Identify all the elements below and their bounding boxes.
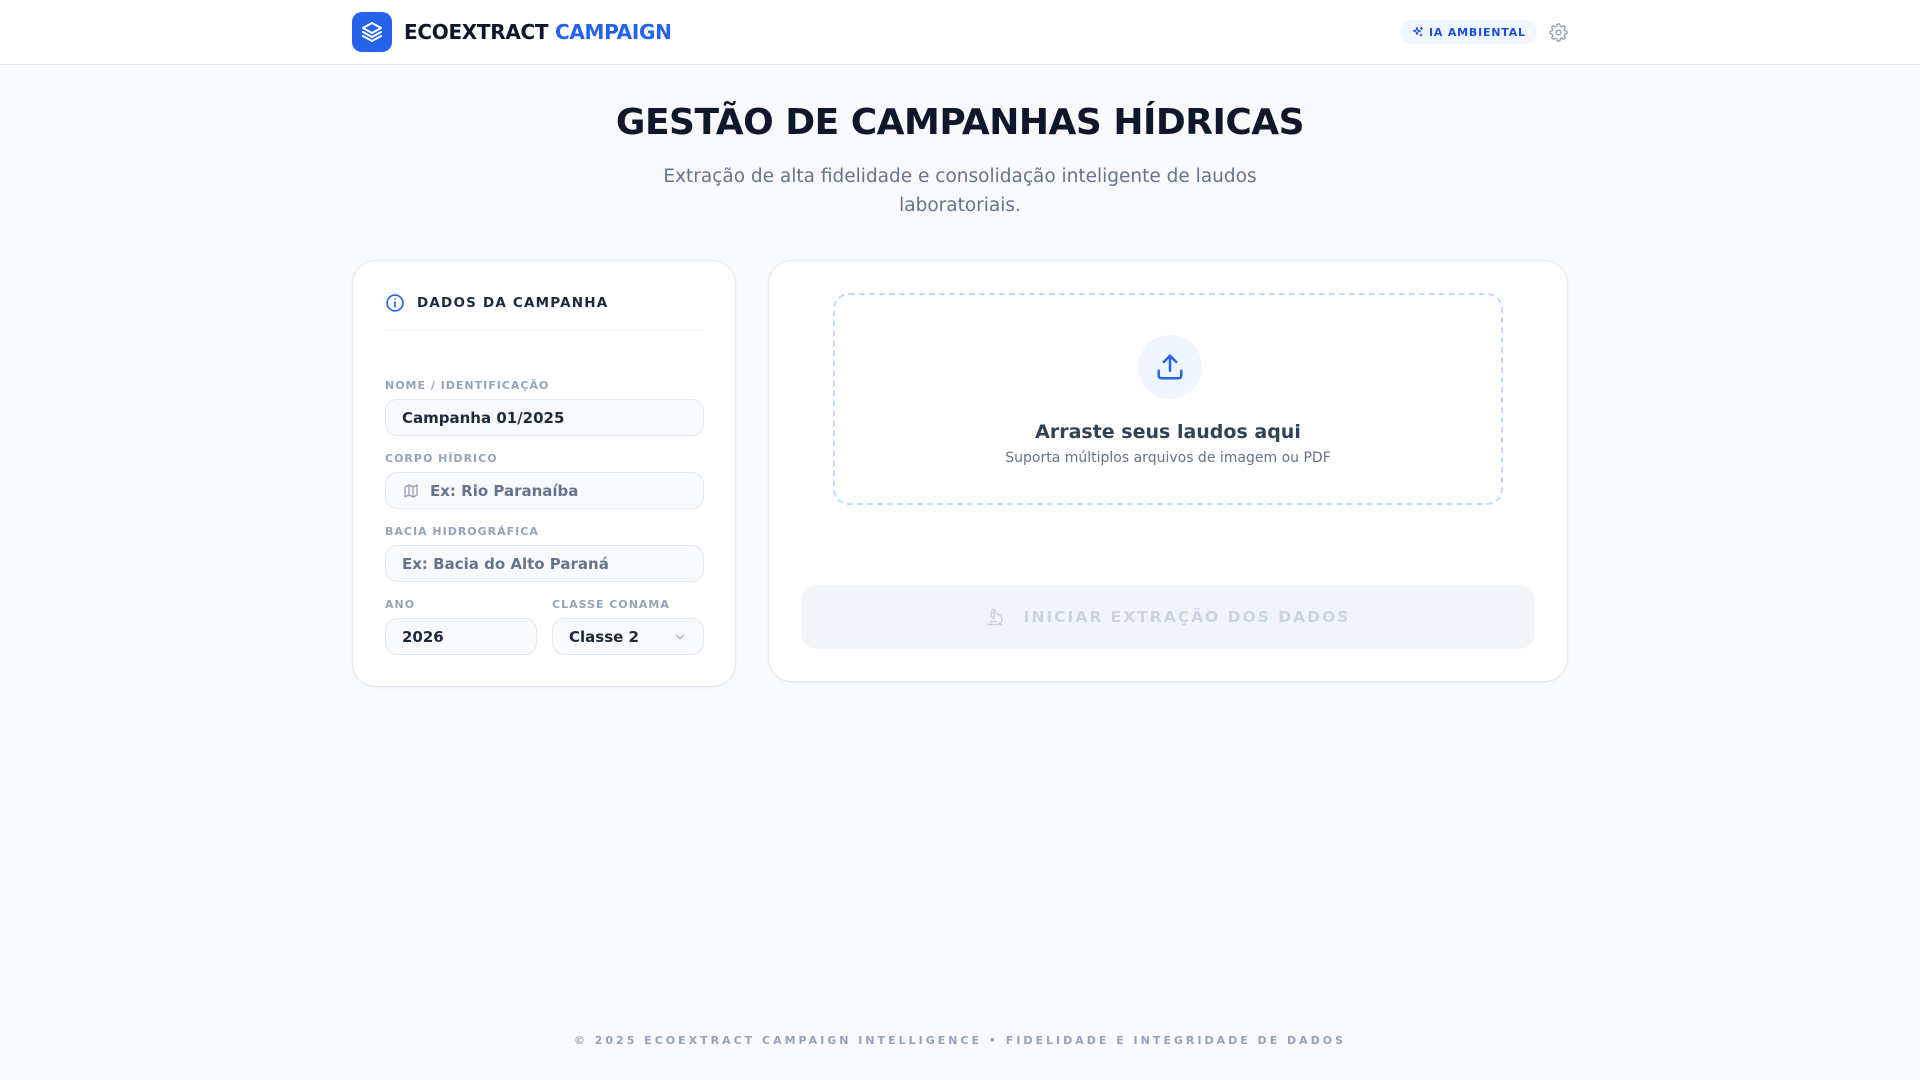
upload-icon [1157,354,1183,380]
dropzone-title: Arraste seus laudos aqui [1035,421,1301,443]
gear-icon [1548,22,1568,42]
settings-button[interactable] [1547,21,1569,43]
ia-badge: IA AMBIENTAL [1401,20,1537,44]
info-icon [385,293,405,313]
conama-class-select[interactable]: Classe 2 [552,618,704,655]
ia-badge-label: IA AMBIENTAL [1429,25,1526,39]
top-bar: ECOEXTRACT CAMPAIGN IA AMBIENTAL [0,0,1920,65]
water-body-input[interactable] [385,472,704,509]
brand-accent: CAMPAIGN [554,20,672,44]
map-icon [402,482,420,500]
campaign-name-input[interactable] [385,399,704,436]
upload-dropzone[interactable]: Arraste seus laudos aqui Suporta múltipl… [833,293,1503,505]
basin-input[interactable] [385,545,704,582]
brand-primary: ECOEXTRACT [404,20,549,44]
campaign-section-header: DADOS DA CAMPANHA [385,293,705,331]
chevron-down-icon [675,634,685,639]
sparkles-icon [1412,26,1424,37]
campaign-section-title: DADOS DA CAMPANHA [417,295,609,311]
dropzone-subtitle: Suporta múltiplos arquivos de imagem ou … [1005,450,1331,466]
upload-card: Arraste seus laudos aqui Suporta múltipl… [768,260,1568,682]
campaign-data-card: DADOS DA CAMPANHA NOME / IDENTIFICAÇÃO C… [352,260,736,687]
microscope-icon [987,608,1003,626]
name-label: NOME / IDENTIFICAÇÃO [385,379,550,392]
brand-name[interactable]: ECOEXTRACT CAMPAIGN [404,20,672,44]
year-label: ANO [385,598,416,611]
page-title: GESTÃO DE CAMPANHAS HÍDRICAS [615,102,1305,143]
start-extraction-button[interactable]: INICIAR EXTRAÇÃO DOS DADOS [801,585,1535,649]
year-input[interactable] [385,618,537,655]
upload-icon-badge [1138,335,1202,399]
page-subtitle: Extração de alta fidelidade e consolidaç… [663,166,1257,216]
water-body-label: CORPO HÍDRICO [385,452,498,465]
basin-label: BACIA HIDROGRÁFICA [385,525,539,538]
conama-class-value: Classe 2 [569,627,639,646]
conama-class-label: CLASSE CONAMA [552,598,670,611]
layers-icon [362,22,382,42]
start-extraction-label: INICIAR EXTRAÇÃO DOS DADOS [1023,608,1351,626]
logo[interactable] [352,12,392,52]
footer-text: © 2025 ECOEXTRACT CAMPAIGN INTELLIGENCE … [573,1034,1347,1047]
